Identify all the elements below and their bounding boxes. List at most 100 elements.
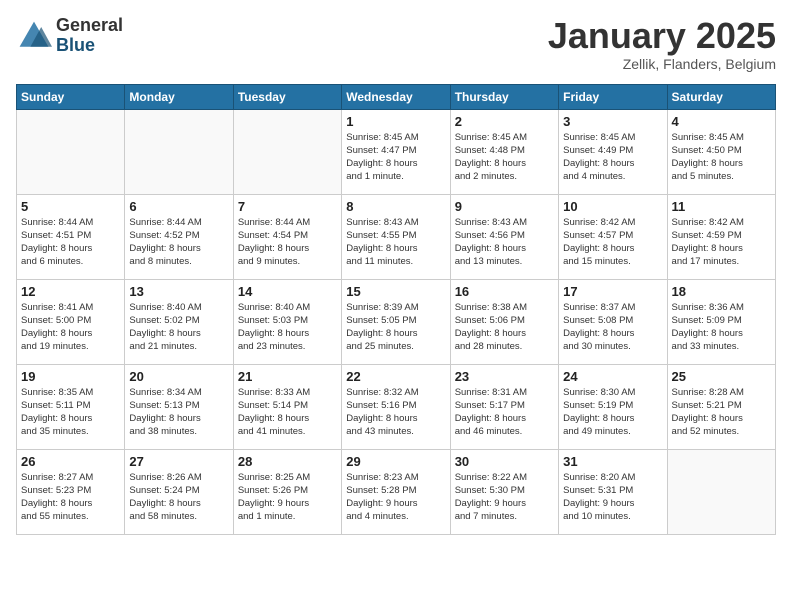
- day-number: 11: [672, 199, 771, 214]
- table-row: 18 Sunrise: 8:36 AM Sunset: 5:09 PM Dayli…: [667, 279, 775, 364]
- day-info: Sunrise: 8:35 AM Sunset: 5:11 PM Dayligh…: [21, 386, 120, 439]
- calendar-week-row: 26Sunrise: 8:27 AM Sunset: 5:23 PM Dayli…: [17, 449, 776, 534]
- calendar-week-row: 1 Sunrise: 8:45 AM Sunset: 4:47 PM Daylig…: [17, 109, 776, 194]
- day-info: Sunrise: 8:31 AM Sunset: 5:17 PM Dayligh…: [455, 386, 554, 439]
- page-header: General Blue January 2025 Zellik, Flande…: [16, 16, 776, 72]
- header-tuesday: Tuesday: [233, 84, 341, 109]
- day-number: 29: [346, 454, 445, 469]
- table-row: [233, 109, 341, 194]
- day-info: Sunrise: 8:23 AM Sunset: 5:28 PM Dayligh…: [346, 471, 445, 524]
- day-number: 17: [563, 284, 662, 299]
- table-row: 25 Sunrise: 8:28 AM Sunset: 5:21 PM Dayli…: [667, 364, 775, 449]
- day-number: 18: [672, 284, 771, 299]
- day-number: 30: [455, 454, 554, 469]
- header-thursday: Thursday: [450, 84, 558, 109]
- calendar-week-row: 19 Sunrise: 8:35 AM Sunset: 5:11 PM Dayli…: [17, 364, 776, 449]
- table-row: 9 Sunrise: 8:43 AM Sunset: 4:56 PM Daylig…: [450, 194, 558, 279]
- day-info: Sunrise: 8:26 AM Sunset: 5:24 PM Dayligh…: [129, 471, 228, 524]
- table-row: 4Sunrise: 8:45 AM Sunset: 4:50 PM Daylig…: [667, 109, 775, 194]
- table-row: 20 Sunrise: 8:34 AM Sunset: 5:13 PM Dayli…: [125, 364, 233, 449]
- table-row: 26Sunrise: 8:27 AM Sunset: 5:23 PM Dayli…: [17, 449, 125, 534]
- day-number: 4: [672, 114, 771, 129]
- calendar-week-row: 5 Sunrise: 8:44 AM Sunset: 4:51 PM Daylig…: [17, 194, 776, 279]
- logo-blue-label: Blue: [56, 36, 123, 56]
- header-monday: Monday: [125, 84, 233, 109]
- table-row: 6Sunrise: 8:44 AM Sunset: 4:52 PM Daylig…: [125, 194, 233, 279]
- day-number: 3: [563, 114, 662, 129]
- day-info: Sunrise: 8:42 AM Sunset: 4:57 PM Dayligh…: [563, 216, 662, 269]
- title-area: January 2025 Zellik, Flanders, Belgium: [548, 16, 776, 72]
- day-info: Sunrise: 8:44 AM Sunset: 4:51 PM Dayligh…: [21, 216, 120, 269]
- day-number: 23: [455, 369, 554, 384]
- day-info: Sunrise: 8:42 AM Sunset: 4:59 PM Dayligh…: [672, 216, 771, 269]
- table-row: 23 Sunrise: 8:31 AM Sunset: 5:17 PM Dayli…: [450, 364, 558, 449]
- day-info: Sunrise: 8:41 AM Sunset: 5:00 PM Dayligh…: [21, 301, 120, 354]
- day-info: Sunrise: 8:33 AM Sunset: 5:14 PM Dayligh…: [238, 386, 337, 439]
- day-number: 14: [238, 284, 337, 299]
- table-row: 3 Sunrise: 8:45 AM Sunset: 4:49 PM Daylig…: [559, 109, 667, 194]
- day-info: Sunrise: 8:37 AM Sunset: 5:08 PM Dayligh…: [563, 301, 662, 354]
- table-row: [17, 109, 125, 194]
- table-row: 24 Sunrise: 8:30 AM Sunset: 5:19 PM Dayli…: [559, 364, 667, 449]
- table-row: 8 Sunrise: 8:43 AM Sunset: 4:55 PM Daylig…: [342, 194, 450, 279]
- day-number: 1: [346, 114, 445, 129]
- header-sunday: Sunday: [17, 84, 125, 109]
- day-number: 28: [238, 454, 337, 469]
- header-wednesday: Wednesday: [342, 84, 450, 109]
- day-info: Sunrise: 8:45 AM Sunset: 4:47 PM Dayligh…: [346, 131, 445, 184]
- day-number: 9: [455, 199, 554, 214]
- day-info: Sunrise: 8:30 AM Sunset: 5:19 PM Dayligh…: [563, 386, 662, 439]
- table-row: 30 Sunrise: 8:22 AM Sunset: 5:30 PM Dayli…: [450, 449, 558, 534]
- calendar-header: Sunday Monday Tuesday Wednesday Thursday…: [17, 84, 776, 109]
- day-number: 24: [563, 369, 662, 384]
- day-number: 20: [129, 369, 228, 384]
- calendar-title: January 2025: [548, 16, 776, 56]
- logo-general-label: General: [56, 16, 123, 36]
- day-info: Sunrise: 8:25 AM Sunset: 5:26 PM Dayligh…: [238, 471, 337, 524]
- table-row: 17 Sunrise: 8:37 AM Sunset: 5:08 PM Dayli…: [559, 279, 667, 364]
- day-info: Sunrise: 8:28 AM Sunset: 5:21 PM Dayligh…: [672, 386, 771, 439]
- table-row: 27Sunrise: 8:26 AM Sunset: 5:24 PM Dayli…: [125, 449, 233, 534]
- table-row: 16Sunrise: 8:38 AM Sunset: 5:06 PM Dayli…: [450, 279, 558, 364]
- table-row: 7Sunrise: 8:44 AM Sunset: 4:54 PM Daylig…: [233, 194, 341, 279]
- day-info: Sunrise: 8:34 AM Sunset: 5:13 PM Dayligh…: [129, 386, 228, 439]
- table-row: 29 Sunrise: 8:23 AM Sunset: 5:28 PM Dayli…: [342, 449, 450, 534]
- calendar-subtitle: Zellik, Flanders, Belgium: [548, 56, 776, 72]
- logo-icon: [16, 18, 52, 54]
- day-info: Sunrise: 8:32 AM Sunset: 5:16 PM Dayligh…: [346, 386, 445, 439]
- day-number: 22: [346, 369, 445, 384]
- header-friday: Friday: [559, 84, 667, 109]
- day-info: Sunrise: 8:40 AM Sunset: 5:02 PM Dayligh…: [129, 301, 228, 354]
- calendar-table: Sunday Monday Tuesday Wednesday Thursday…: [16, 84, 776, 535]
- table-row: 28 Sunrise: 8:25 AM Sunset: 5:26 PM Dayli…: [233, 449, 341, 534]
- day-number: 5: [21, 199, 120, 214]
- table-row: 22 Sunrise: 8:32 AM Sunset: 5:16 PM Dayli…: [342, 364, 450, 449]
- weekday-header-row: Sunday Monday Tuesday Wednesday Thursday…: [17, 84, 776, 109]
- day-info: Sunrise: 8:43 AM Sunset: 4:56 PM Dayligh…: [455, 216, 554, 269]
- day-number: 26: [21, 454, 120, 469]
- table-row: 14 Sunrise: 8:40 AM Sunset: 5:03 PM Dayli…: [233, 279, 341, 364]
- day-number: 21: [238, 369, 337, 384]
- table-row: [667, 449, 775, 534]
- day-number: 16: [455, 284, 554, 299]
- table-row: [125, 109, 233, 194]
- day-number: 13: [129, 284, 228, 299]
- day-info: Sunrise: 8:36 AM Sunset: 5:09 PM Dayligh…: [672, 301, 771, 354]
- day-info: Sunrise: 8:43 AM Sunset: 4:55 PM Dayligh…: [346, 216, 445, 269]
- table-row: 12Sunrise: 8:41 AM Sunset: 5:00 PM Dayli…: [17, 279, 125, 364]
- calendar-week-row: 12Sunrise: 8:41 AM Sunset: 5:00 PM Dayli…: [17, 279, 776, 364]
- day-number: 8: [346, 199, 445, 214]
- day-info: Sunrise: 8:22 AM Sunset: 5:30 PM Dayligh…: [455, 471, 554, 524]
- table-row: 2Sunrise: 8:45 AM Sunset: 4:48 PM Daylig…: [450, 109, 558, 194]
- day-number: 25: [672, 369, 771, 384]
- day-number: 2: [455, 114, 554, 129]
- table-row: 1 Sunrise: 8:45 AM Sunset: 4:47 PM Daylig…: [342, 109, 450, 194]
- day-info: Sunrise: 8:44 AM Sunset: 4:54 PM Dayligh…: [238, 216, 337, 269]
- day-info: Sunrise: 8:40 AM Sunset: 5:03 PM Dayligh…: [238, 301, 337, 354]
- day-info: Sunrise: 8:39 AM Sunset: 5:05 PM Dayligh…: [346, 301, 445, 354]
- day-info: Sunrise: 8:45 AM Sunset: 4:49 PM Dayligh…: [563, 131, 662, 184]
- day-number: 31: [563, 454, 662, 469]
- day-number: 19: [21, 369, 120, 384]
- table-row: 11 Sunrise: 8:42 AM Sunset: 4:59 PM Dayli…: [667, 194, 775, 279]
- table-row: 15Sunrise: 8:39 AM Sunset: 5:05 PM Dayli…: [342, 279, 450, 364]
